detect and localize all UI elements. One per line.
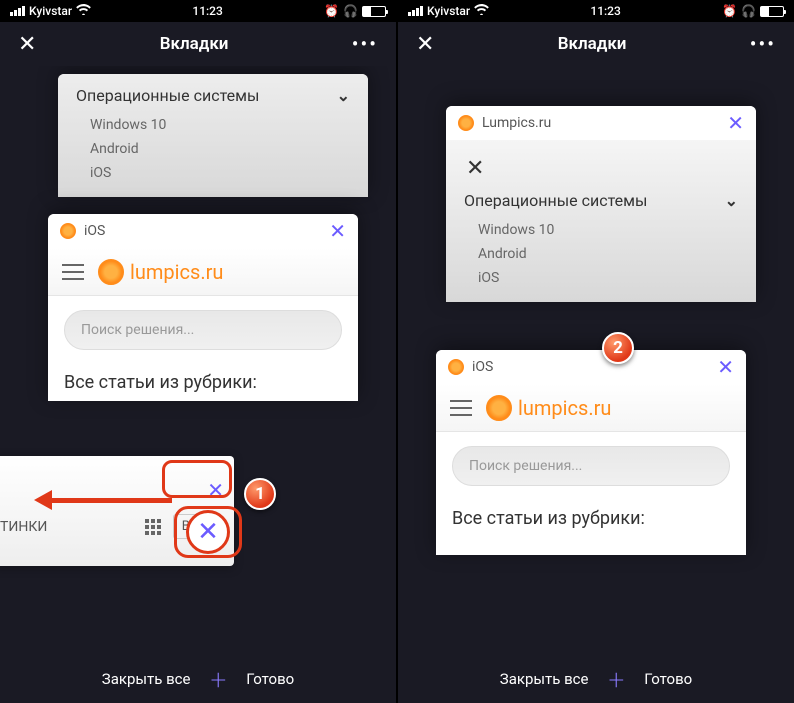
close-menu-icon[interactable]: ✕ [466, 156, 738, 181]
partial-text: ТИНКИ [0, 519, 47, 535]
page-title: Вкладки [558, 34, 627, 54]
hamburger-icon[interactable] [62, 264, 84, 280]
close-all-button[interactable]: Закрыть все [102, 670, 191, 688]
close-icon: ✕ [197, 517, 219, 547]
grid-icon[interactable] [145, 519, 161, 535]
site-logo-icon [486, 395, 512, 421]
close-tab-button[interactable]: ✕ [717, 355, 734, 379]
menu-item[interactable]: iOS [464, 266, 738, 290]
close-tab-button[interactable]: ✕ [329, 219, 346, 243]
signal-icon [10, 6, 25, 16]
menu-item[interactable]: Android [464, 242, 738, 266]
navbar: ✕ Вкладки ••• [0, 22, 396, 66]
page-title: Вкладки [160, 34, 229, 54]
tab-card-background[interactable]: Операционные системы ⌄ Windows 10 Androi… [58, 74, 368, 197]
statusbar: Kyivstar 11:23 ⏰ 🎧 [398, 0, 794, 22]
alarm-icon: ⏰ [324, 4, 339, 18]
carrier-label: Kyivstar [29, 4, 72, 18]
chevron-down-icon[interactable]: ⌄ [337, 86, 350, 105]
search-placeholder: Поиск решения... [469, 458, 582, 474]
menu-section: Операционные системы ⌄ Windows 10 Androi… [58, 74, 368, 197]
section-heading: Все статьи из рубрики: [48, 364, 358, 401]
search-input[interactable]: Поиск решения... [452, 446, 730, 486]
menu-item[interactable]: Windows 10 [464, 218, 738, 242]
callout-badge-1: 1 [244, 478, 276, 510]
statusbar: Kyivstar 11:23 ⏰ 🎧 [0, 0, 396, 22]
carrier-label: Kyivstar [427, 4, 470, 18]
battery-icon [362, 6, 386, 17]
tab-card-lumpics[interactable]: Lumpics.ru ✕ ✕ Операционные системы ⌄ Wi… [446, 106, 756, 302]
bottombar: Закрыть все + Готово [0, 655, 396, 703]
clock-label: 11:23 [590, 4, 620, 18]
close-tab-button[interactable]: ✕ [727, 111, 744, 135]
bottombar: Закрыть все + Готово [398, 655, 794, 703]
favicon-icon [448, 359, 464, 375]
headphones-icon: 🎧 [741, 4, 756, 18]
wifi-icon [474, 4, 489, 18]
more-button[interactable]: ••• [750, 32, 776, 56]
done-button[interactable]: Готово [246, 670, 294, 688]
tab-title: iOS [84, 223, 329, 239]
new-tab-button[interactable]: + [211, 663, 227, 696]
site-logo-icon [98, 259, 124, 285]
swipe-arrow-icon [34, 490, 172, 510]
callout-ring-1 [162, 460, 232, 498]
tab-card-ios[interactable]: iOS ✕ lumpics.ru Поиск решения... Все ст… [436, 350, 746, 555]
close-all-button[interactable]: Закрыть все [500, 670, 589, 688]
section-heading: Все статьи из рубрики: [436, 500, 746, 537]
done-button[interactable]: Готово [644, 670, 692, 688]
tab-title: iOS [472, 359, 717, 375]
new-tab-button[interactable]: + [609, 663, 625, 696]
headphones-icon: 🎧 [343, 4, 358, 18]
favicon-icon [60, 223, 76, 239]
tab-title: Lumpics.ru [482, 115, 727, 131]
favicon-icon [458, 115, 474, 131]
clock-label: 11:23 [192, 4, 222, 18]
alarm-icon: ⏰ [722, 4, 737, 18]
close-button[interactable]: ✕ [416, 32, 434, 57]
callout-badge-2: 2 [602, 332, 634, 364]
navbar: ✕ Вкладки ••• [398, 22, 794, 66]
signal-icon [408, 6, 423, 16]
phone-left: Kyivstar 11:23 ⏰ 🎧 ✕ Вкладки ••• Операци… [0, 0, 396, 703]
more-button[interactable]: ••• [352, 32, 378, 56]
menu-heading-label: Операционные системы [464, 191, 647, 210]
menu-item[interactable]: Android [76, 137, 350, 161]
search-input[interactable]: Поиск решения... [64, 310, 342, 350]
site-name-label: lumpics.ru [130, 260, 223, 284]
menu-heading-label: Операционные системы [76, 86, 259, 105]
callout-close-circle[interactable]: ✕ [186, 510, 230, 554]
phone-right: Kyivstar 11:23 ⏰ 🎧 ✕ Вкладки ••• Lumpics… [398, 0, 794, 703]
close-button[interactable]: ✕ [18, 32, 36, 57]
site-name-label: lumpics.ru [518, 396, 611, 420]
chevron-down-icon[interactable]: ⌄ [725, 191, 738, 210]
hamburger-icon[interactable] [450, 400, 472, 416]
battery-icon [760, 6, 784, 17]
wifi-icon [76, 4, 91, 18]
menu-item[interactable]: iOS [76, 161, 350, 185]
menu-item[interactable]: Windows 10 [76, 113, 350, 137]
tab-card-ios[interactable]: iOS ✕ lumpics.ru Поиск решения... Все ст… [48, 214, 358, 401]
search-placeholder: Поиск решения... [81, 322, 194, 338]
